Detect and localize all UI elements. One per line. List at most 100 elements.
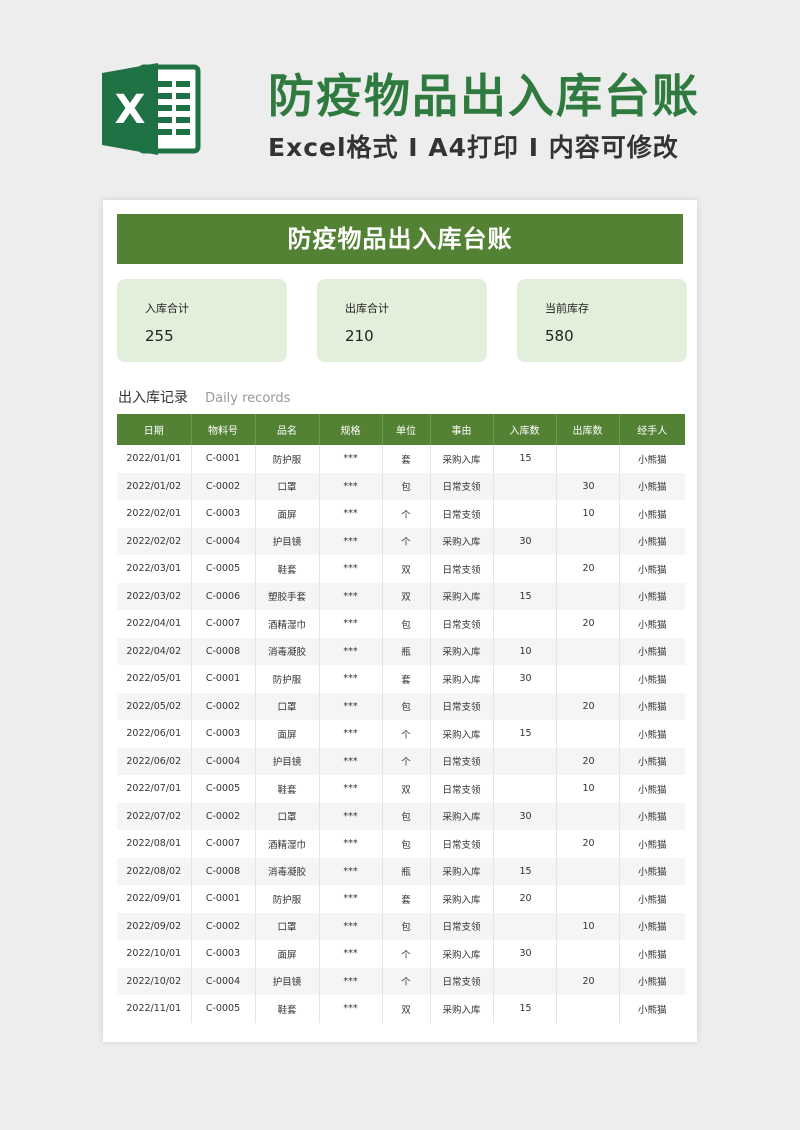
cell-out-qty[interactable] bbox=[556, 802, 620, 830]
cell-material-no[interactable]: C-0007 bbox=[191, 610, 256, 638]
cell-spec[interactable]: *** bbox=[319, 967, 383, 995]
column-header[interactable]: 出库数 bbox=[556, 414, 620, 445]
cell-spec[interactable]: *** bbox=[319, 527, 383, 555]
cell-unit[interactable]: 套 bbox=[382, 445, 431, 473]
column-header[interactable]: 品名 bbox=[255, 414, 320, 445]
table-row[interactable]: 2022/05/01 C-0001 防护服 *** 套采购入库 30 小熊猫 bbox=[117, 665, 685, 693]
cell-reason[interactable]: 日常支领 bbox=[430, 472, 494, 500]
cell-reason[interactable]: 采购入库 bbox=[430, 857, 494, 885]
cell-handler[interactable]: 小熊猫 bbox=[619, 912, 685, 940]
cell-unit[interactable]: 双 bbox=[382, 775, 431, 803]
cell-in-qty[interactable] bbox=[493, 912, 557, 940]
cell-in-qty[interactable] bbox=[493, 747, 557, 775]
cell-out-qty[interactable]: 20 bbox=[556, 747, 620, 775]
cell-spec[interactable]: *** bbox=[319, 940, 383, 968]
table-row[interactable]: 2022/08/01 C-0007 酒精湿巾 *** 包日常支领 20 小熊猫 bbox=[117, 830, 685, 858]
cell-material-no[interactable]: C-0002 bbox=[191, 912, 256, 940]
table-row[interactable]: 2022/09/01 C-0001 防护服 *** 套采购入库 20 小熊猫 bbox=[117, 885, 685, 913]
cell-date[interactable]: 2022/02/02 bbox=[117, 527, 192, 555]
cell-out-qty[interactable]: 20 bbox=[556, 555, 620, 583]
cell-out-qty[interactable]: 20 bbox=[556, 830, 620, 858]
cell-unit[interactable]: 瓶 bbox=[382, 637, 431, 665]
cell-reason[interactable]: 采购入库 bbox=[430, 720, 494, 748]
table-row[interactable]: 2022/04/02 C-0008 消毒凝胶 *** 瓶采购入库 10 小熊猫 bbox=[117, 637, 685, 665]
column-header[interactable]: 日期 bbox=[117, 414, 192, 445]
cell-unit[interactable]: 包 bbox=[382, 472, 431, 500]
cell-date[interactable]: 2022/10/01 bbox=[117, 940, 192, 968]
cell-in-qty[interactable]: 10 bbox=[493, 637, 557, 665]
cell-handler[interactable]: 小熊猫 bbox=[619, 967, 685, 995]
cell-unit[interactable]: 瓶 bbox=[382, 857, 431, 885]
table-row[interactable]: 2022/01/02 C-0002 口罩 *** 包日常支领 30 小熊猫 bbox=[117, 472, 685, 500]
cell-item-name[interactable]: 口罩 bbox=[255, 472, 320, 500]
cell-reason[interactable]: 采购入库 bbox=[430, 665, 494, 693]
cell-spec[interactable]: *** bbox=[319, 445, 383, 473]
table-row[interactable]: 2022/06/01 C-0003 面屏 *** 个采购入库 15 小熊猫 bbox=[117, 720, 685, 748]
cell-handler[interactable]: 小熊猫 bbox=[619, 747, 685, 775]
cell-handler[interactable]: 小熊猫 bbox=[619, 692, 685, 720]
table-row[interactable]: 2022/01/01 C-0001 防护服 *** 套采购入库 15 小熊猫 bbox=[117, 445, 685, 473]
cell-spec[interactable]: *** bbox=[319, 802, 383, 830]
cell-material-no[interactable]: C-0004 bbox=[191, 967, 256, 995]
cell-date[interactable]: 2022/11/01 bbox=[117, 995, 192, 1023]
cell-out-qty[interactable] bbox=[556, 445, 620, 473]
cell-in-qty[interactable] bbox=[493, 555, 557, 583]
cell-handler[interactable]: 小熊猫 bbox=[619, 610, 685, 638]
cell-material-no[interactable]: C-0003 bbox=[191, 500, 256, 528]
cell-unit[interactable]: 双 bbox=[382, 995, 431, 1023]
cell-date[interactable]: 2022/05/01 bbox=[117, 665, 192, 693]
cell-date[interactable]: 2022/07/02 bbox=[117, 802, 192, 830]
cell-out-qty[interactable] bbox=[556, 720, 620, 748]
cell-spec[interactable]: *** bbox=[319, 775, 383, 803]
cell-material-no[interactable]: C-0005 bbox=[191, 555, 256, 583]
cell-reason[interactable]: 采购入库 bbox=[430, 885, 494, 913]
cell-in-qty[interactable] bbox=[493, 472, 557, 500]
cell-date[interactable]: 2022/06/02 bbox=[117, 747, 192, 775]
cell-handler[interactable]: 小熊猫 bbox=[619, 445, 685, 473]
cell-out-qty[interactable]: 20 bbox=[556, 967, 620, 995]
cell-unit[interactable]: 双 bbox=[382, 582, 431, 610]
cell-in-qty[interactable]: 15 bbox=[493, 582, 557, 610]
cell-out-qty[interactable] bbox=[556, 940, 620, 968]
cell-date[interactable]: 2022/08/02 bbox=[117, 857, 192, 885]
cell-material-no[interactable]: C-0001 bbox=[191, 445, 256, 473]
cell-handler[interactable]: 小熊猫 bbox=[619, 555, 685, 583]
cell-item-name[interactable]: 鞋套 bbox=[255, 775, 320, 803]
cell-unit[interactable]: 套 bbox=[382, 665, 431, 693]
cell-reason[interactable]: 采购入库 bbox=[430, 940, 494, 968]
cell-date[interactable]: 2022/05/02 bbox=[117, 692, 192, 720]
cell-spec[interactable]: *** bbox=[319, 472, 383, 500]
cell-reason[interactable]: 日常支领 bbox=[430, 830, 494, 858]
cell-handler[interactable]: 小熊猫 bbox=[619, 885, 685, 913]
cell-item-name[interactable]: 护目镜 bbox=[255, 967, 320, 995]
cell-reason[interactable]: 采购入库 bbox=[430, 637, 494, 665]
cell-in-qty[interactable]: 20 bbox=[493, 885, 557, 913]
cell-item-name[interactable]: 面屏 bbox=[255, 720, 320, 748]
cell-material-no[interactable]: C-0003 bbox=[191, 720, 256, 748]
cell-reason[interactable]: 日常支领 bbox=[430, 747, 494, 775]
cell-spec[interactable]: *** bbox=[319, 857, 383, 885]
cell-date[interactable]: 2022/02/01 bbox=[117, 500, 192, 528]
cell-spec[interactable]: *** bbox=[319, 610, 383, 638]
cell-date[interactable]: 2022/08/01 bbox=[117, 830, 192, 858]
cell-material-no[interactable]: C-0007 bbox=[191, 830, 256, 858]
cell-reason[interactable]: 采购入库 bbox=[430, 445, 494, 473]
cell-in-qty[interactable] bbox=[493, 967, 557, 995]
cell-handler[interactable]: 小熊猫 bbox=[619, 720, 685, 748]
cell-reason[interactable]: 采购入库 bbox=[430, 995, 494, 1023]
cell-handler[interactable]: 小熊猫 bbox=[619, 665, 685, 693]
cell-reason[interactable]: 日常支领 bbox=[430, 775, 494, 803]
cell-date[interactable]: 2022/01/01 bbox=[117, 445, 192, 473]
table-row[interactable]: 2022/09/02 C-0002 口罩 *** 包日常支领 10 小熊猫 bbox=[117, 912, 685, 940]
cell-date[interactable]: 2022/03/02 bbox=[117, 582, 192, 610]
cell-in-qty[interactable] bbox=[493, 775, 557, 803]
cell-in-qty[interactable] bbox=[493, 500, 557, 528]
cell-out-qty[interactable] bbox=[556, 582, 620, 610]
cell-item-name[interactable]: 防护服 bbox=[255, 885, 320, 913]
cell-out-qty[interactable]: 30 bbox=[556, 472, 620, 500]
cell-unit[interactable]: 个 bbox=[382, 720, 431, 748]
cell-unit[interactable]: 包 bbox=[382, 912, 431, 940]
cell-item-name[interactable]: 口罩 bbox=[255, 802, 320, 830]
cell-handler[interactable]: 小熊猫 bbox=[619, 500, 685, 528]
cell-item-name[interactable]: 酒精湿巾 bbox=[255, 610, 320, 638]
